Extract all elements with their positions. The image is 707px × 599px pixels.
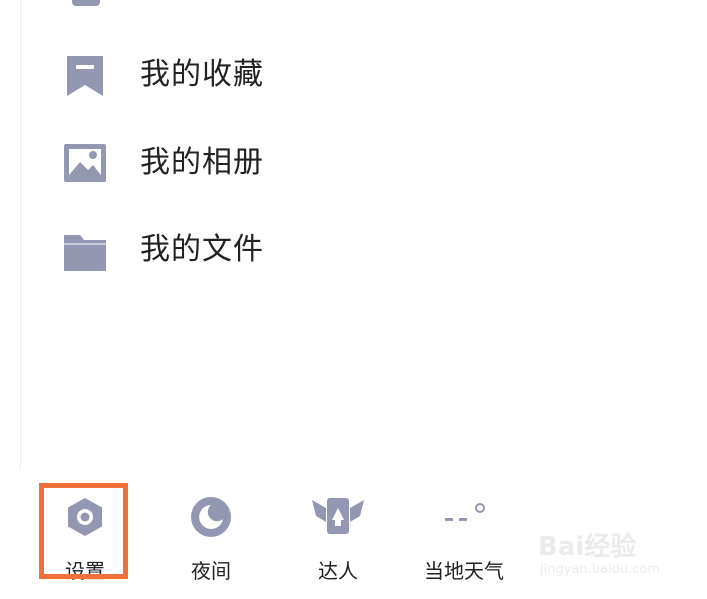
person-icon: [72, 0, 100, 6]
moon-icon: [191, 497, 231, 537]
settings-button[interactable]: 设置: [45, 480, 125, 585]
menu-item-favorites[interactable]: 我的收藏: [0, 40, 520, 110]
settings-icon: [68, 498, 102, 536]
expert-button[interactable]: 达人: [297, 480, 379, 585]
menu-item-label: 我的文件: [140, 232, 264, 267]
settings-label: 设置: [65, 559, 105, 583]
watermark-brand: Bai经验: [538, 532, 637, 562]
weather-icon: [445, 503, 485, 521]
menu-item-clipped[interactable]: [0, 0, 520, 10]
menu-item-album[interactable]: 我的相册: [0, 128, 520, 198]
expert-label: 达人: [318, 559, 358, 583]
folder-icon: [64, 235, 106, 271]
night-mode-label: 夜间: [191, 559, 231, 583]
image-icon: [64, 144, 106, 182]
local-weather-button[interactable]: 当地天气: [413, 480, 515, 585]
bookmark-icon: [67, 56, 103, 96]
local-weather-label: 当地天气: [424, 559, 504, 583]
expert-icon: [312, 498, 364, 534]
night-mode-button[interactable]: 夜间: [170, 480, 252, 585]
menu-item-label: 我的相册: [140, 145, 264, 180]
watermark: Bai经验 jingyan.baidu.com: [538, 524, 688, 584]
menu-item-label: 我的收藏: [140, 57, 264, 92]
menu-item-files[interactable]: 我的文件: [0, 215, 520, 285]
watermark-url: jingyan.baidu.com: [540, 562, 660, 577]
